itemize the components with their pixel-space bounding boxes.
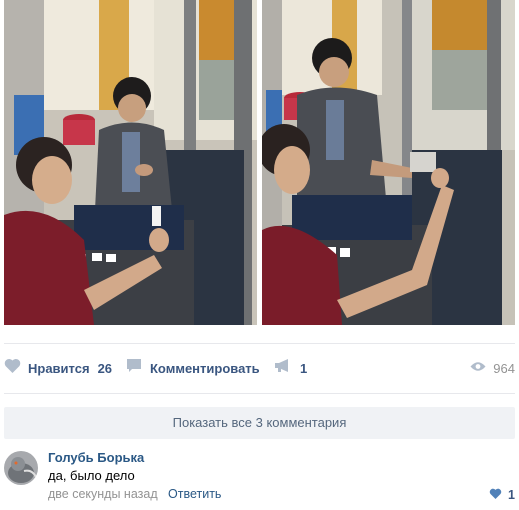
- heart-icon: [489, 486, 502, 504]
- post-photo-2[interactable]: [262, 0, 515, 325]
- show-all-comments-button[interactable]: Показать все 3 комментария: [4, 407, 515, 439]
- post-photo-1[interactable]: [4, 0, 257, 325]
- comment-label: Комментировать: [150, 360, 260, 376]
- comment-icon: [126, 358, 142, 378]
- comment-like-button[interactable]: 1: [489, 486, 515, 504]
- share-count: 1: [300, 360, 308, 376]
- comment-time[interactable]: две секунды назад: [48, 487, 158, 501]
- post-actions: Нравится 26 Комментировать 1 964: [4, 348, 515, 388]
- comment-item: Голубь Борька да, было дело две секунды …: [4, 448, 515, 506]
- share-button[interactable]: 1: [274, 358, 307, 378]
- comment-like-count: 1: [508, 488, 515, 502]
- eye-icon: [470, 359, 486, 377]
- comment-button[interactable]: Комментировать: [126, 358, 260, 378]
- like-button[interactable]: Нравится 26: [4, 358, 112, 378]
- heart-icon: [4, 358, 21, 378]
- photo-2-image: [262, 0, 515, 325]
- views-count: 964: [493, 360, 515, 376]
- like-count: 26: [97, 360, 113, 376]
- divider: [4, 343, 515, 344]
- photo-1-image: [4, 0, 257, 325]
- post-photos: [4, 0, 515, 325]
- avatar[interactable]: [4, 451, 38, 485]
- divider: [4, 393, 515, 394]
- comment-author[interactable]: Голубь Борька: [48, 450, 144, 465]
- views-counter: 964: [470, 358, 515, 378]
- reply-button[interactable]: Ответить: [168, 487, 221, 501]
- comment-text: да, было дело: [48, 468, 135, 483]
- like-label: Нравится: [28, 360, 90, 376]
- megaphone-icon: [274, 358, 291, 378]
